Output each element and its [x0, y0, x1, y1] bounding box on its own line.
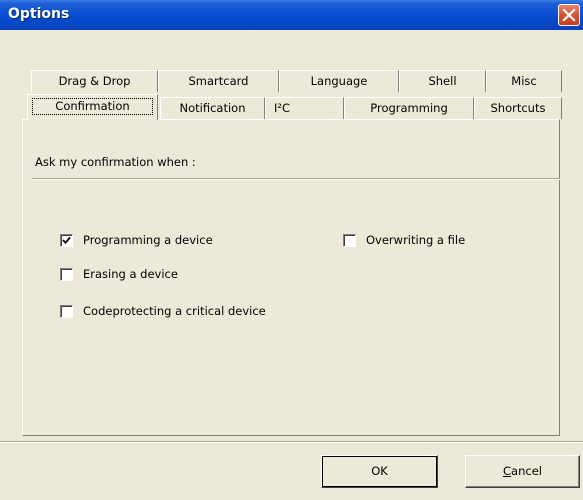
option-label: Codeprotecting a critical device	[83, 304, 266, 318]
options-dialog: Options Drag & Drop Smartcard Language S…	[0, 0, 583, 500]
tab-language[interactable]: Language	[279, 70, 399, 92]
tab-smartcard[interactable]: Smartcard	[158, 70, 279, 92]
option-label: Overwriting a file	[366, 233, 466, 247]
close-icon	[562, 8, 576, 22]
tab-confirmation[interactable]: Confirmation	[27, 94, 158, 120]
tab-i2c[interactable]: I²C	[265, 97, 344, 119]
tab-shell[interactable]: Shell	[399, 70, 486, 92]
section-heading: Ask my confirmation when :	[35, 155, 196, 169]
tab-label: Shell	[428, 74, 457, 88]
ok-button[interactable]: OK	[321, 455, 438, 488]
cancel-label: ancel	[511, 464, 542, 478]
option-label: Programming a device	[83, 233, 213, 247]
divider	[32, 178, 560, 180]
checkbox-codeprotecting-device[interactable]	[60, 304, 73, 318]
checkmark-icon	[62, 236, 71, 244]
checkbox-overwriting-file[interactable]	[343, 233, 356, 247]
cancel-mnemonic: C	[503, 464, 512, 478]
option-label: Erasing a device	[83, 267, 178, 281]
title-bar[interactable]: Options	[0, 0, 583, 30]
tab-label: Programming	[370, 101, 448, 115]
footer-divider	[0, 441, 583, 443]
tab-notification[interactable]: Notification	[160, 97, 265, 119]
option-programming-device[interactable]: Programming a device	[60, 232, 213, 248]
tab-label: Language	[310, 74, 368, 88]
option-overwriting-file[interactable]: Overwriting a file	[343, 232, 465, 248]
window-title: Options	[8, 6, 70, 22]
tab-label: Smartcard	[188, 74, 249, 88]
tab-label: Drag & Drop	[58, 74, 131, 88]
tab-label: I²C	[274, 101, 291, 115]
focus-rectangle	[32, 98, 153, 115]
option-codeprotecting-device[interactable]: Codeprotecting a critical device	[60, 303, 266, 319]
cancel-button[interactable]: Cancel	[465, 455, 580, 488]
tab-label: Notification	[179, 101, 246, 115]
checkbox-programming-device[interactable]	[60, 233, 73, 247]
tab-misc[interactable]: Misc	[486, 70, 562, 92]
tab-label: Shortcuts	[490, 101, 546, 115]
ok-label: OK	[371, 464, 388, 478]
option-erasing-device[interactable]: Erasing a device	[60, 266, 178, 282]
tab-label: Misc	[511, 74, 537, 88]
tab-shortcuts[interactable]: Shortcuts	[474, 97, 562, 119]
tab-drag-drop[interactable]: Drag & Drop	[31, 70, 158, 92]
close-button[interactable]	[558, 4, 580, 26]
tab-programming[interactable]: Programming	[344, 97, 474, 119]
checkbox-erasing-device[interactable]	[60, 267, 73, 281]
